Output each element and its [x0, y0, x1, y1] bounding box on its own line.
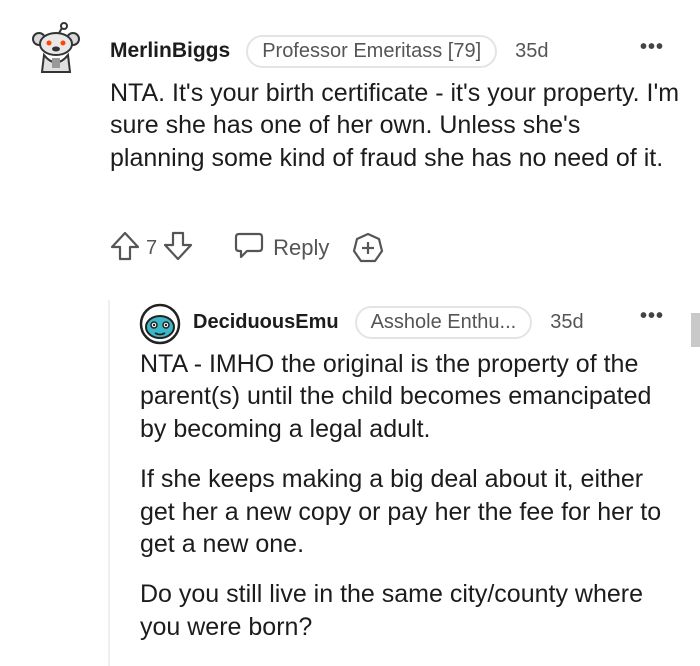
scrollbar-thumb[interactable] [691, 313, 700, 347]
more-options-button[interactable]: ••• [640, 305, 664, 328]
comment-paragraph: NTA - IMHO the original is the property … [140, 350, 652, 443]
username[interactable]: MerlinBiggs [110, 39, 230, 63]
snoo-avatar-icon[interactable] [30, 22, 82, 74]
arrow-up-icon[interactable] [108, 229, 142, 268]
reply-button[interactable]: Reply [233, 230, 329, 266]
comment-body: NTA - IMHO the original is the property … [140, 348, 680, 661]
comment-text: NTA. It's your birth certificate - it's … [110, 79, 680, 172]
plus-circle-icon[interactable] [351, 231, 385, 265]
comment-age: 35d [515, 39, 549, 62]
emu-avatar-icon[interactable] [139, 303, 181, 345]
vote-score: 7 [146, 236, 158, 259]
arrow-down-icon[interactable] [161, 229, 195, 268]
comment-paragraph: If she keeps making a big deal about it,… [140, 465, 662, 559]
user-flair: Professor Emeritass [79] [246, 34, 498, 68]
comment-paragraph: Do you still live in the same city/count… [140, 580, 643, 641]
username[interactable]: DeciduousEmu [193, 311, 339, 334]
comment-meta: DeciduousEmu Asshole Enthu... 35d [193, 304, 584, 340]
comment-body: NTA. It's your birth certificate - it's … [110, 77, 680, 174]
reply-label: Reply [273, 235, 330, 260]
more-options-button[interactable]: ••• [640, 36, 664, 59]
thread-line[interactable] [108, 300, 110, 666]
comment-age: 35d [550, 310, 584, 333]
comment-actions: 7 Reply [108, 228, 385, 268]
speech-bubble-icon [233, 230, 265, 266]
comment-meta: MerlinBiggs Professor Emeritass [79] 35d [110, 32, 549, 70]
user-flair: Asshole Enthu... [354, 305, 533, 339]
